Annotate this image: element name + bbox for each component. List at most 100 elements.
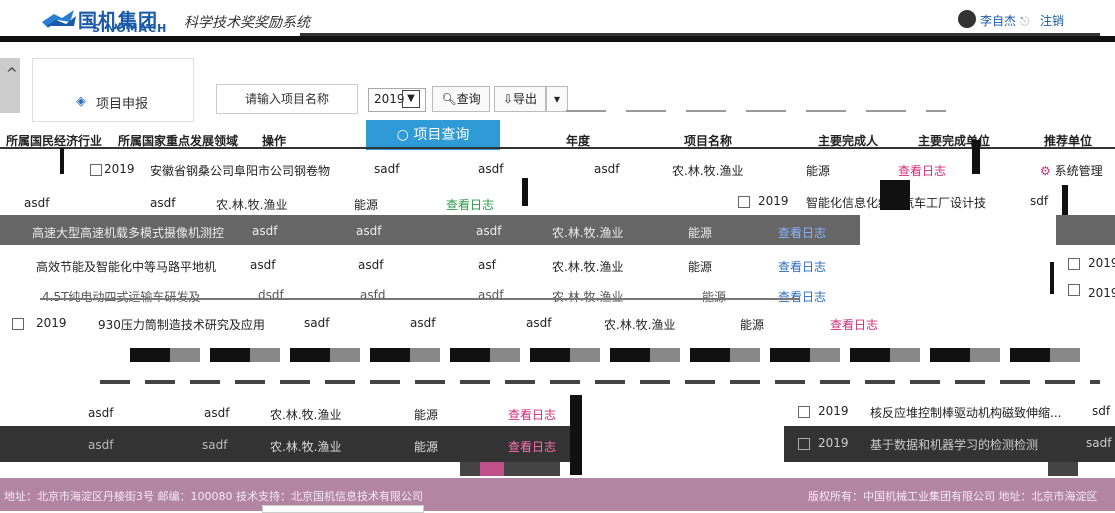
logout-icon[interactable]: ⎋ bbox=[1020, 14, 1030, 29]
row-project-name: 安徽省钢桑公司阜阳市公司钢卷物 bbox=[150, 164, 331, 178]
sinomach-logo-icon bbox=[40, 8, 78, 32]
row-field: 能源 bbox=[354, 198, 379, 212]
row-cell: sadf bbox=[374, 162, 400, 176]
row-industry: 农.林.牧.渔业 bbox=[270, 408, 342, 422]
view-log-link[interactable]: 查看日志 bbox=[898, 162, 946, 179]
export-dropdown-button[interactable]: ▾ bbox=[546, 86, 568, 112]
row-field: 能源 bbox=[688, 226, 713, 240]
glitch-bar bbox=[1050, 262, 1054, 294]
view-log-link[interactable]: 查看日志 bbox=[778, 224, 826, 241]
row-year: 2019 bbox=[36, 316, 67, 330]
row-project-name: 基于数据和机器学习的检测检测 bbox=[870, 438, 1039, 452]
row-cell: asdf bbox=[252, 224, 278, 238]
user-avatar-icon[interactable] bbox=[958, 10, 976, 28]
row-year: 2019 bbox=[1088, 286, 1115, 300]
search-icon: ○ bbox=[396, 127, 409, 143]
view-log-link[interactable]: 查看日志 bbox=[508, 438, 556, 455]
glitch-bar bbox=[570, 395, 582, 475]
row-industry: 农.林.牧.渔业 bbox=[672, 164, 744, 178]
project-query-label: 项目查询 bbox=[413, 127, 470, 143]
row-cell: asdf bbox=[476, 224, 502, 238]
row-industry: 农.林.牧.渔业 bbox=[604, 318, 676, 332]
row-project-name: 高效节能及智能化中等马路平地机 bbox=[36, 260, 217, 274]
caret-down-icon: ▾ bbox=[553, 92, 561, 106]
pagination[interactable] bbox=[460, 462, 560, 476]
header-rule bbox=[0, 36, 1115, 42]
row-year: 2019 bbox=[818, 404, 849, 418]
user-name-link[interactable]: 李自杰 bbox=[980, 12, 1016, 29]
logout-link[interactable]: 注销 bbox=[1040, 12, 1064, 29]
row-cell: asdf bbox=[478, 162, 504, 176]
export-icon: ⇩ bbox=[502, 92, 514, 106]
row-checkbox[interactable] bbox=[798, 406, 810, 418]
glitch-strip bbox=[130, 348, 1080, 362]
row-industry: 农.林.牧.渔业 bbox=[552, 260, 624, 274]
glitch-bar bbox=[60, 148, 64, 174]
export-button-label: 导出 bbox=[513, 92, 538, 106]
query-button-label: 查询 bbox=[456, 92, 481, 106]
row-checkbox[interactable] bbox=[90, 164, 102, 176]
row-year: 2019 bbox=[104, 162, 135, 176]
row-cell: asdf bbox=[88, 406, 114, 420]
row-project-name: 4.5T纯电动四式远输车研发及 bbox=[42, 290, 201, 304]
view-log-link[interactable]: 查看日志 bbox=[778, 288, 826, 305]
view-log-link[interactable]: 查看日志 bbox=[446, 196, 494, 213]
row-checkbox[interactable] bbox=[738, 196, 750, 208]
view-log-link[interactable]: 查看日志 bbox=[508, 406, 556, 423]
gear-icon: ⚙ bbox=[1040, 164, 1051, 178]
pagination-current-page[interactable] bbox=[480, 462, 504, 476]
row-cell: asdf bbox=[358, 258, 384, 272]
row-cell: sadf bbox=[1086, 436, 1112, 450]
row-checkbox[interactable] bbox=[12, 318, 24, 330]
row-cell: sdf bbox=[1030, 194, 1049, 208]
row-cell: asdf bbox=[410, 316, 436, 330]
row-field: 能源 bbox=[688, 260, 713, 274]
row-year: 2019 bbox=[758, 194, 789, 208]
footer-left-text: 地址：北京市海淀区丹棱街3号 邮编：100080 技术支持：北京国机信息技术有限… bbox=[4, 490, 423, 503]
row-checkbox[interactable] bbox=[1068, 284, 1080, 296]
row-industry: 农.林.牧.渔业 bbox=[552, 226, 624, 240]
glitch-bar bbox=[522, 178, 528, 206]
row-project-name: 核反应堆控制棒驱动机构磁致伸缩... bbox=[870, 406, 1062, 420]
footer-right-text: 版权所有：中国机械工业集团有限公司 地址：北京市海淀区 bbox=[808, 490, 1098, 503]
row-cell: asdf bbox=[356, 224, 382, 238]
row-year: 2019 bbox=[818, 436, 849, 450]
brand-name-en: SINOMACH bbox=[92, 22, 168, 35]
layers-icon: ◈ bbox=[76, 94, 86, 109]
view-log-link[interactable]: 查看日志 bbox=[778, 258, 826, 275]
row-cell: asdf bbox=[594, 162, 620, 176]
glitch-bar bbox=[972, 140, 980, 174]
row-cell: sadf bbox=[202, 438, 228, 452]
row-checkbox[interactable] bbox=[1068, 258, 1080, 270]
search-icon: 🔍︎ bbox=[441, 92, 457, 106]
chevron-down-icon[interactable]: ▼ bbox=[402, 90, 420, 108]
project-name-search-input[interactable]: 请输入项目名称 bbox=[216, 84, 358, 114]
project-query-button[interactable]: ○ 项目查询 bbox=[366, 120, 500, 150]
row-cell: sdf bbox=[1092, 404, 1111, 418]
table-row-highlighted bbox=[1056, 215, 1115, 245]
row-project-name: 930压力筒制造技术研究及应用 bbox=[98, 318, 265, 332]
row-industry: 农.林.牧.渔业 bbox=[552, 290, 624, 304]
export-button[interactable]: ⇩导出 bbox=[494, 86, 546, 112]
row-cell: asdf bbox=[24, 196, 50, 210]
row-cell: asdf bbox=[526, 316, 552, 330]
chevron-up-icon[interactable]: ^ bbox=[6, 66, 18, 82]
row-industry: 农.林.牧.渔业 bbox=[270, 440, 342, 454]
row-cell: asf bbox=[478, 258, 496, 272]
row-cell: asdf bbox=[88, 438, 114, 452]
query-button[interactable]: 🔍︎查询 bbox=[432, 86, 490, 112]
nav-item-project-apply[interactable]: 项目申报 bbox=[96, 93, 148, 112]
row-cell: asdf bbox=[150, 196, 176, 210]
row-project-name: 高速大型高速机载多模式摄像机测控 bbox=[32, 226, 225, 240]
row-industry: 农.林.牧.渔业 bbox=[216, 198, 288, 212]
system-admin-label: 系统管理 bbox=[1054, 164, 1103, 178]
row-field: 能源 bbox=[414, 408, 439, 422]
row-cell: sadf bbox=[304, 316, 330, 330]
row-field: 能源 bbox=[702, 290, 727, 304]
system-title: 科学技术奖奖励系统 bbox=[184, 15, 310, 31]
pagination-control[interactable] bbox=[1048, 462, 1078, 476]
row-checkbox[interactable] bbox=[798, 438, 810, 450]
toolbar-underline bbox=[566, 110, 946, 112]
view-log-link[interactable]: 查看日志 bbox=[830, 316, 878, 333]
system-admin-link[interactable]: ⚙ 系统管理 bbox=[1040, 162, 1103, 179]
